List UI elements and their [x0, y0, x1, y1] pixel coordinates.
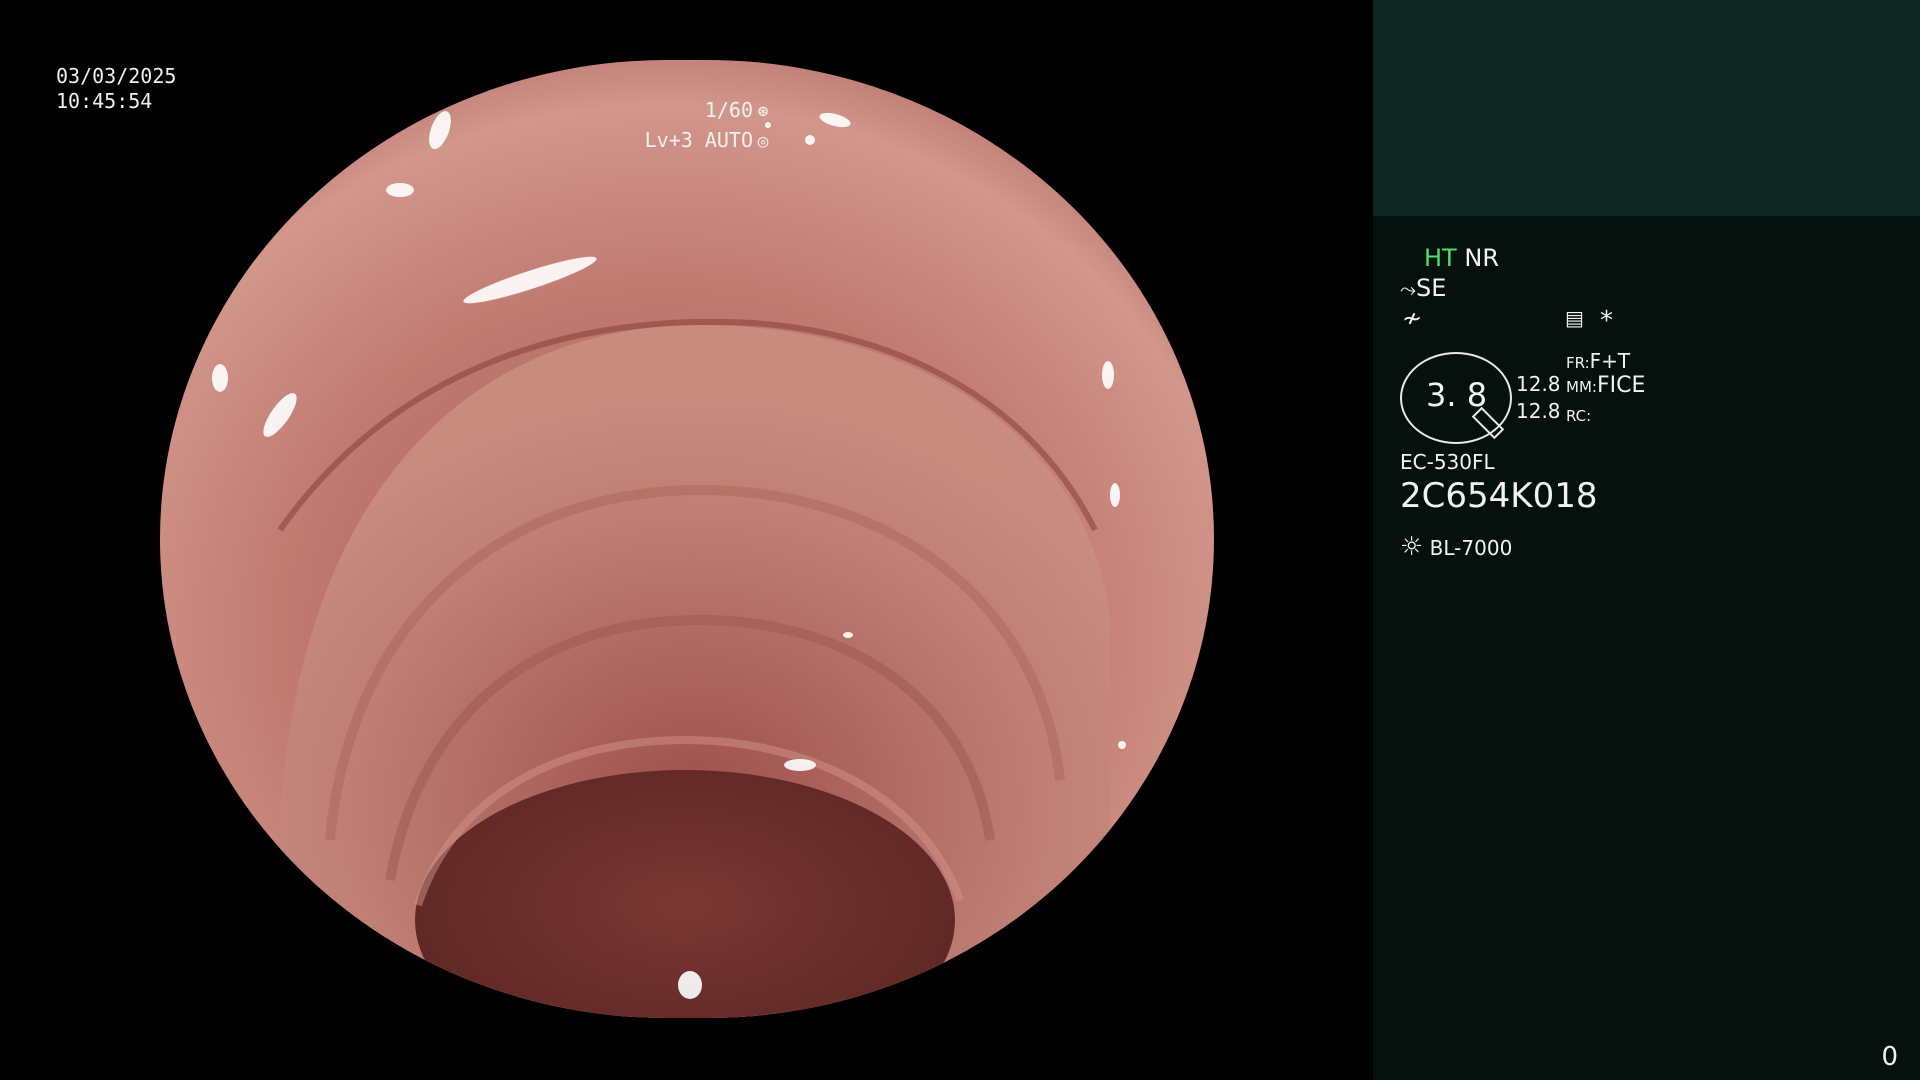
rc-label: RC: [1566, 407, 1592, 425]
menu-card-icon: ▤ [1565, 306, 1584, 330]
value-one: 12.8 [1516, 372, 1561, 396]
asterisk-mark: * [1600, 306, 1613, 336]
light-source-text: BL-7000 [1429, 536, 1513, 560]
light-source-row: ☼ BL-7000 [1400, 532, 1512, 562]
nr-label: NR [1464, 244, 1499, 272]
scope-icon: ⤳ [1400, 277, 1416, 301]
mode-value: 3. 8 [1426, 376, 1488, 414]
endoscope-view: 03/03/2025 10:45:54 1/60 ⊛ Lv+3 AUTO ◎ [0, 0, 1373, 1080]
iris-icon: ◎ [757, 131, 769, 152]
freeze-icon: ≁ [1402, 304, 1423, 332]
value-two: 12.8 [1516, 399, 1561, 423]
light-source-icon: ☼ [1400, 532, 1424, 562]
enhancement-row: HT NR [1424, 244, 1499, 272]
frame-counter: 0 [1881, 1042, 1898, 1072]
shutter-text: 1/60 [704, 98, 753, 122]
mm-label: MM: [1566, 378, 1597, 396]
endoscopic-image [160, 60, 1214, 1018]
ht-label: HT [1424, 244, 1457, 272]
exposure-readout: 1/60 ⊛ Lv+3 AUTO ◎ [645, 96, 773, 156]
colon-lumen-image [160, 60, 1214, 1018]
date-text: 03/03/2025 [56, 64, 177, 88]
se-row: ⤳SE [1400, 274, 1446, 302]
scope-model: EC-530FL [1400, 450, 1495, 474]
fr-row: FR:F+T [1566, 349, 1630, 373]
mm-row: MM:FICE [1566, 373, 1645, 398]
panel-header-block [1373, 0, 1920, 216]
serial-number: 2C654K018 [1400, 476, 1598, 516]
mm-value: FICE [1596, 373, 1646, 398]
rc-row: RC: [1566, 402, 1591, 426]
se-label: SE [1416, 274, 1447, 302]
fr-value: F+T [1589, 349, 1631, 373]
aperture-icon: ⊛ [757, 101, 769, 122]
level-text: Lv+3 AUTO [644, 128, 753, 152]
time-text: 10:45:54 [56, 89, 153, 113]
fr-label: FR: [1566, 354, 1590, 372]
timestamp: 03/03/2025 10:45:54 [56, 64, 176, 114]
